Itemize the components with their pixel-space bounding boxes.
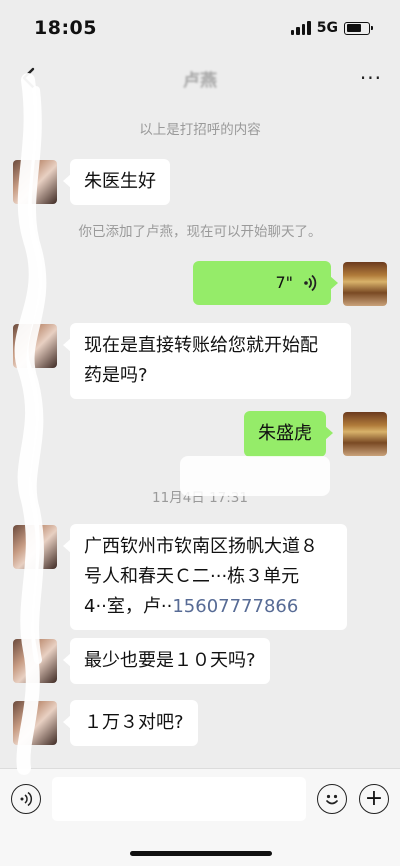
status-indicators: 5G	[290, 20, 373, 36]
incoming-message[interactable]: 朱医生好	[63, 159, 170, 205]
incoming-message[interactable]: 广西钦州市钦南区扬帆大道８ 号人和春天Ｃ二···栋３单元 4··室，卢··156…	[63, 524, 347, 630]
message-timestamp: 11月4日 17:31	[152, 490, 248, 506]
address-text: 4··室，卢··	[84, 596, 173, 617]
voice-wave-icon	[20, 791, 33, 807]
phone-number-link[interactable]: 15607777866	[172, 596, 298, 617]
chat-header: 卢燕 ···	[0, 56, 400, 100]
message-list[interactable]: 以上是打招呼的内容 朱医生好 你已添加了卢燕，现在可以开始聊天了。 7" 现在是…	[0, 100, 400, 768]
incoming-message[interactable]: 最少也要是１０天吗?	[63, 638, 270, 684]
contact-avatar[interactable]	[13, 701, 57, 745]
status-bar: 18:05 5G	[0, 0, 400, 56]
message-line: 现在是直接转账给您就开始配	[84, 335, 318, 356]
signal-icon	[290, 21, 311, 35]
greeting-notice: 以上是打招呼的内容	[139, 122, 261, 138]
plus-icon[interactable]: +	[359, 784, 389, 814]
my-avatar[interactable]	[343, 262, 387, 306]
emoji-icon[interactable]	[317, 784, 347, 814]
more-options-icon[interactable]: ···	[360, 66, 382, 90]
battery-level	[346, 24, 362, 32]
voice-wave-icon	[304, 274, 317, 292]
incoming-message[interactable]: １万３对吧?	[63, 700, 198, 746]
voice-duration: 7"	[275, 273, 293, 292]
contact-avatar[interactable]	[13, 639, 57, 683]
message-line: 广西钦州市钦南区扬帆大道８	[84, 536, 318, 557]
message-input[interactable]	[52, 777, 306, 821]
battery-icon	[344, 21, 373, 35]
friend-added-notice: 你已添加了卢燕，现在可以开始聊天了。	[78, 224, 322, 240]
network-type: 5G	[316, 20, 338, 36]
message-line: 药是吗?	[84, 365, 148, 386]
chevron-left-icon[interactable]	[16, 64, 44, 92]
voice-mode-icon[interactable]	[11, 784, 41, 814]
home-indicator	[130, 851, 272, 856]
contact-avatar[interactable]	[13, 160, 57, 204]
message-line: 4··室，卢··15607777866	[84, 592, 333, 622]
status-time: 18:05	[34, 17, 97, 39]
message-line: 号人和春天Ｃ二···栋３单元	[84, 566, 300, 587]
outgoing-message[interactable]: 朱盛虎	[244, 411, 333, 457]
incoming-message[interactable]: 现在是直接转账给您就开始配 药是吗?	[63, 323, 351, 399]
voice-message[interactable]: 7"	[193, 261, 338, 305]
smile-face-icon	[326, 794, 338, 805]
contact-avatar[interactable]	[13, 525, 57, 569]
contact-avatar[interactable]	[13, 324, 57, 368]
my-avatar[interactable]	[343, 412, 387, 456]
chat-title: 卢燕	[183, 70, 217, 91]
